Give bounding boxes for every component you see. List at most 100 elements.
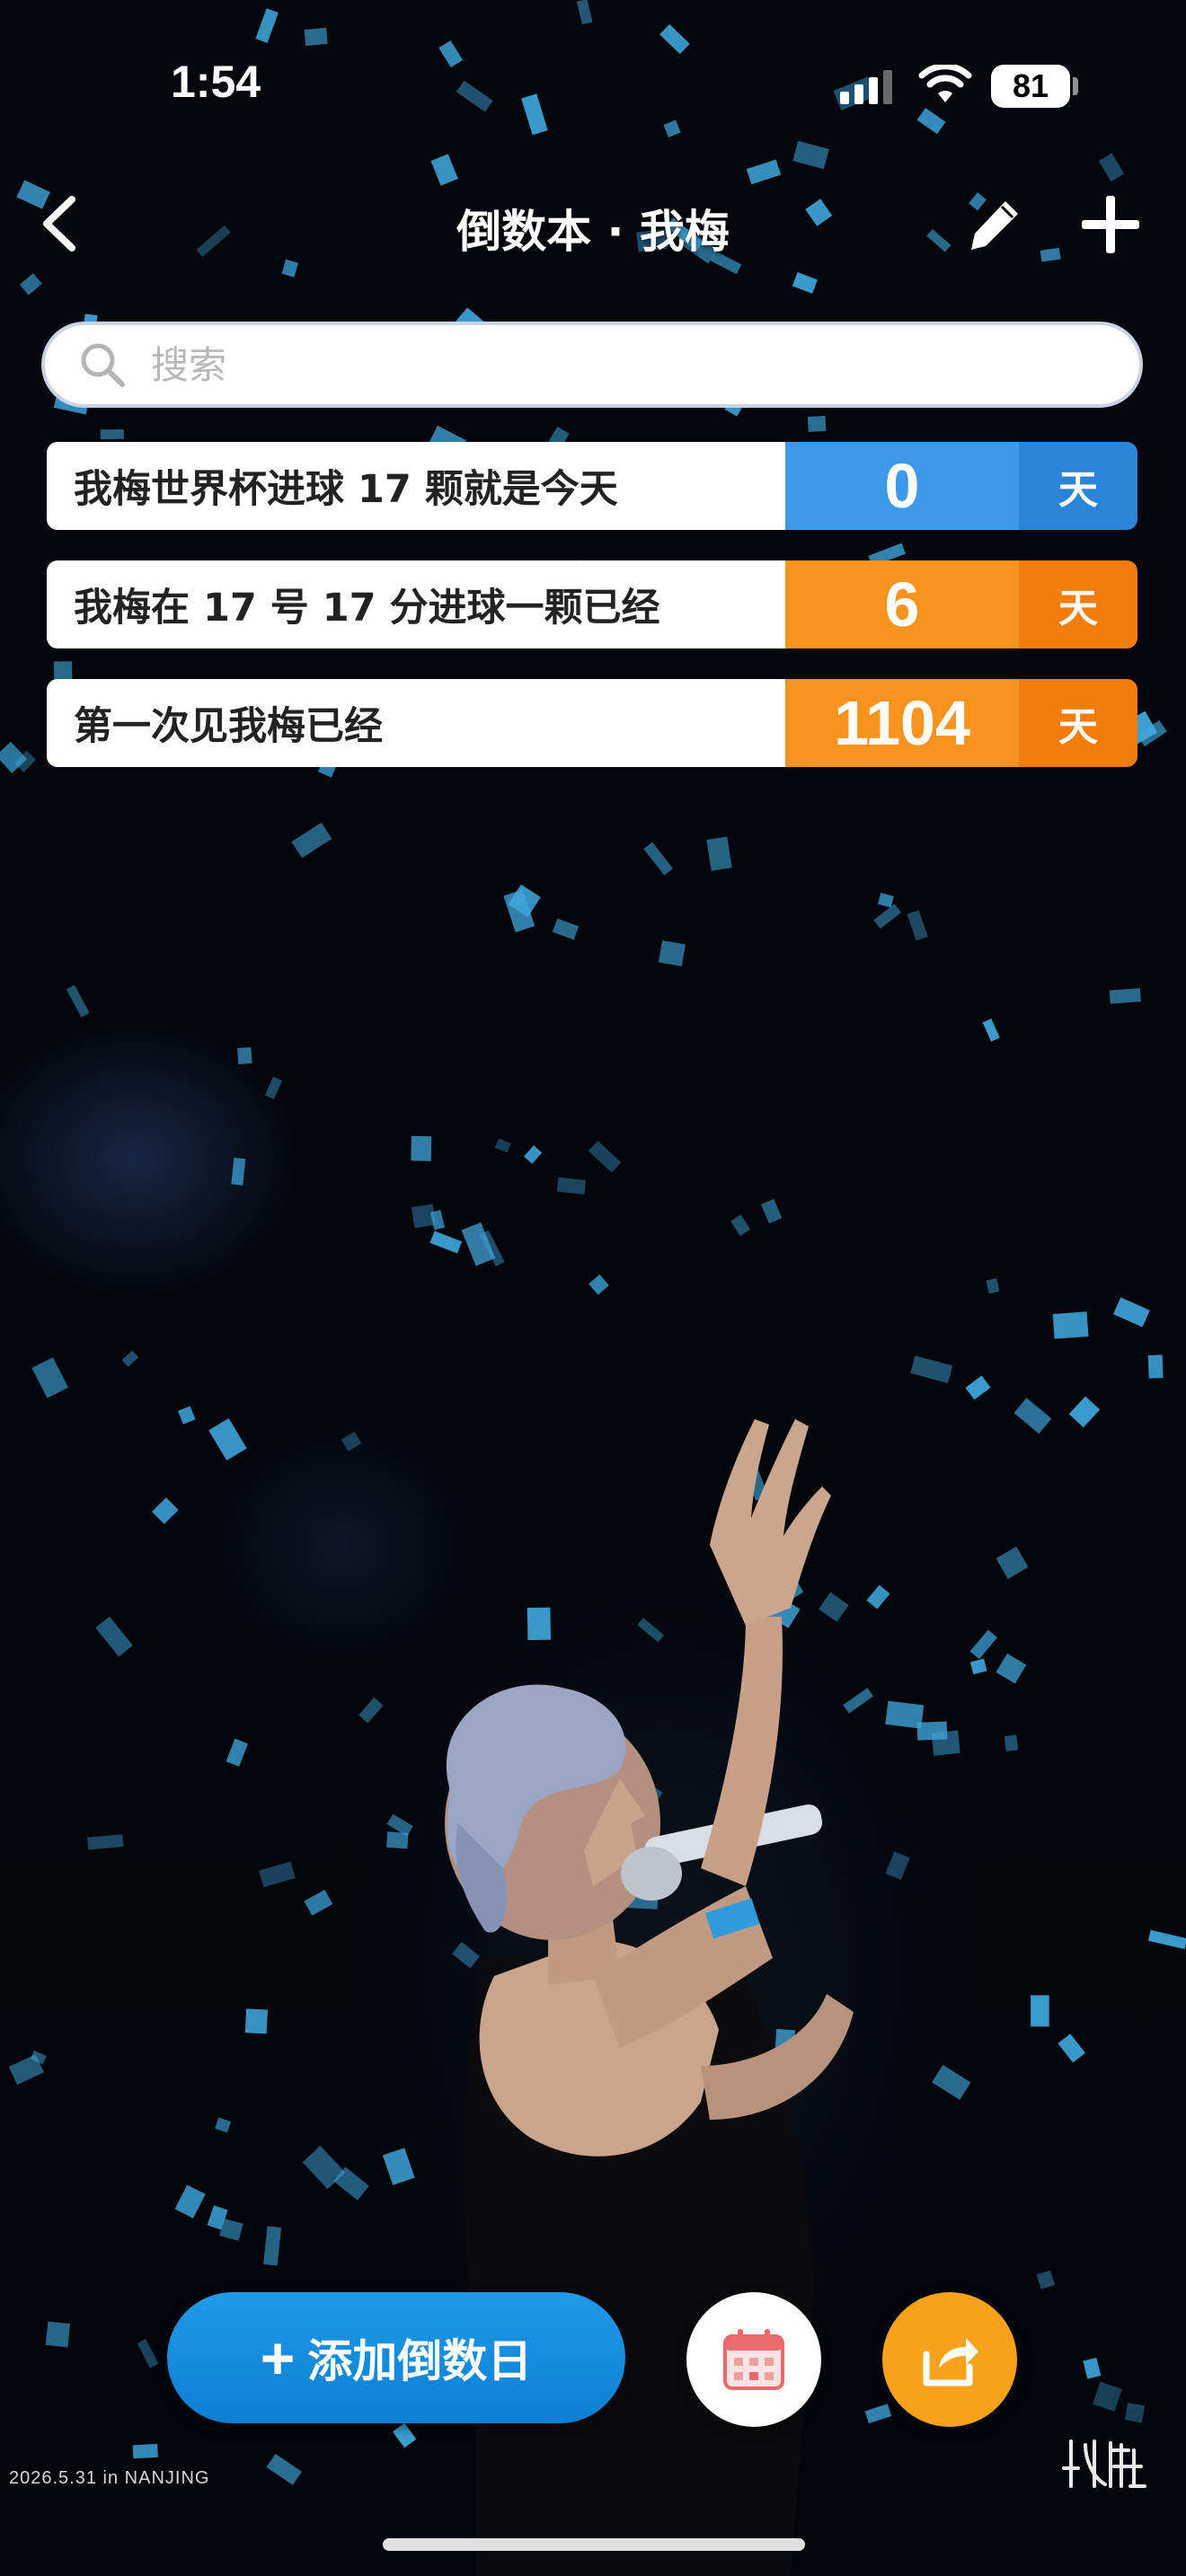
confetti-piece bbox=[244, 2008, 268, 2034]
confetti-piece bbox=[31, 1357, 69, 1398]
search-input[interactable] bbox=[149, 341, 1096, 388]
confetti-piece bbox=[1058, 2033, 1085, 2063]
confetti-piece bbox=[524, 1145, 543, 1164]
confetti-piece bbox=[1068, 1396, 1101, 1428]
chevron-left-icon bbox=[43, 196, 75, 251]
confetti-piece bbox=[45, 2321, 71, 2348]
confetti-piece bbox=[208, 1418, 247, 1461]
confetti-piece bbox=[658, 940, 686, 966]
confetti-piece bbox=[53, 661, 73, 681]
confetti-piece bbox=[263, 2226, 282, 2266]
confetti-piece bbox=[1031, 1995, 1049, 2027]
edit-button[interactable] bbox=[966, 196, 1023, 253]
confetti-piece bbox=[174, 2184, 206, 2219]
countdown-label: 第一次见我梅已经 bbox=[47, 679, 785, 767]
confetti-piece bbox=[1036, 2270, 1056, 2289]
countdown-label: 我梅在 17 号 17 分进球一颗已经 bbox=[47, 560, 785, 648]
confetti-piece bbox=[807, 415, 827, 432]
confetti-piece bbox=[576, 0, 593, 25]
confetti-piece bbox=[1112, 1297, 1150, 1328]
confetti-piece bbox=[792, 140, 829, 170]
confetti-piece bbox=[910, 1355, 953, 1383]
confetti-piece bbox=[121, 1350, 139, 1367]
countdown-row[interactable]: 我梅在 17 号 17 分进球一颗已经 6 天 bbox=[47, 560, 1137, 648]
confetti-piece bbox=[1109, 988, 1141, 1004]
confetti-piece bbox=[87, 1834, 124, 1850]
search-icon bbox=[81, 343, 125, 387]
confetti-piece bbox=[965, 1375, 991, 1400]
plus-icon bbox=[1082, 196, 1139, 253]
confetti-piece bbox=[706, 836, 732, 871]
share-button[interactable] bbox=[882, 2292, 1017, 2427]
confetti-piece bbox=[1147, 1929, 1186, 1950]
confetti-piece bbox=[873, 904, 902, 930]
confetti-piece bbox=[916, 108, 946, 135]
confetti-piece bbox=[926, 229, 951, 252]
add-countdown-label: 添加倒数日 bbox=[307, 2335, 533, 2387]
confetti-piece bbox=[266, 2453, 303, 2485]
confetti-piece bbox=[100, 428, 124, 440]
confetti-piece bbox=[215, 2117, 232, 2133]
confetti-piece bbox=[996, 1546, 1029, 1579]
confetti-piece bbox=[264, 1076, 283, 1099]
confetti-piece bbox=[1004, 1734, 1019, 1751]
confetti-piece bbox=[1040, 247, 1061, 262]
search-bar[interactable] bbox=[41, 322, 1143, 408]
confetti-piece bbox=[1013, 1398, 1052, 1434]
add-countdown-button[interactable]: + 添加倒数日 bbox=[167, 2292, 625, 2423]
confetti-piece bbox=[552, 918, 580, 940]
pencil-icon bbox=[971, 201, 1018, 250]
calendar-button[interactable] bbox=[686, 2292, 821, 2427]
countdown-days: 0 bbox=[785, 442, 1019, 530]
confetti-piece bbox=[196, 225, 231, 258]
countdown-unit: 天 bbox=[1019, 679, 1137, 767]
countdown-days: 6 bbox=[785, 560, 1019, 648]
battery-indicator: 81 bbox=[991, 65, 1070, 108]
confetti-piece bbox=[411, 1204, 437, 1229]
confetti-piece bbox=[556, 1177, 587, 1195]
countdown-unit: 天 bbox=[1019, 442, 1137, 530]
confetti-piece bbox=[1098, 153, 1125, 182]
confetti-piece bbox=[177, 1406, 196, 1425]
back-button[interactable] bbox=[32, 192, 86, 255]
photo-caption: 2026.5.31 in NANJING bbox=[9, 2468, 210, 2488]
confetti-piece bbox=[1093, 2381, 1122, 2412]
confetti-piece bbox=[643, 842, 674, 876]
confetti-piece bbox=[237, 1046, 252, 1064]
status-time: 1:54 bbox=[171, 57, 261, 107]
confetti-piece bbox=[95, 1616, 133, 1657]
countdown-days: 1104 bbox=[785, 679, 1019, 767]
confetti-piece bbox=[760, 1198, 783, 1224]
confetti-piece bbox=[494, 1138, 511, 1153]
confetti-piece bbox=[255, 8, 279, 43]
confetti-piece bbox=[730, 1214, 751, 1236]
confetti-piece bbox=[19, 273, 42, 296]
cellular-signal-icon bbox=[840, 70, 892, 104]
confetti-piece bbox=[982, 1019, 1000, 1042]
confetti-piece bbox=[137, 2338, 159, 2369]
confetti-piece bbox=[588, 1141, 622, 1173]
confetti-piece bbox=[986, 1278, 1000, 1294]
countdown-row[interactable]: 第一次见我梅已经 1104 天 bbox=[47, 679, 1137, 767]
countdown-unit: 天 bbox=[1019, 560, 1137, 648]
confetti-piece bbox=[877, 893, 894, 908]
home-indicator bbox=[383, 2538, 805, 2551]
confetti-piece bbox=[411, 1135, 432, 1161]
confetti-piece bbox=[746, 159, 782, 185]
confetti-piece bbox=[226, 1738, 248, 1767]
screen: 1:54 81 倒数本 · 我梅 我梅世界 bbox=[0, 0, 1186, 2576]
confetti-piece bbox=[430, 154, 458, 186]
countdown-row[interactable]: 我梅世界杯进球 17 颗就是今天 0 天 bbox=[47, 442, 1137, 530]
confetti-piece bbox=[438, 40, 464, 68]
add-button[interactable] bbox=[1078, 192, 1143, 257]
confetti-piece bbox=[589, 1274, 609, 1295]
confetti-piece bbox=[304, 27, 328, 47]
plus-icon: + bbox=[260, 2325, 296, 2391]
confetti-piece bbox=[907, 910, 928, 941]
calendar-icon bbox=[723, 2329, 784, 2390]
confetti-piece bbox=[291, 822, 332, 859]
confetti-piece bbox=[132, 2443, 158, 2459]
confetti-piece bbox=[1124, 2403, 1146, 2423]
wifi-icon bbox=[918, 65, 972, 102]
confetti-piece bbox=[792, 271, 818, 294]
